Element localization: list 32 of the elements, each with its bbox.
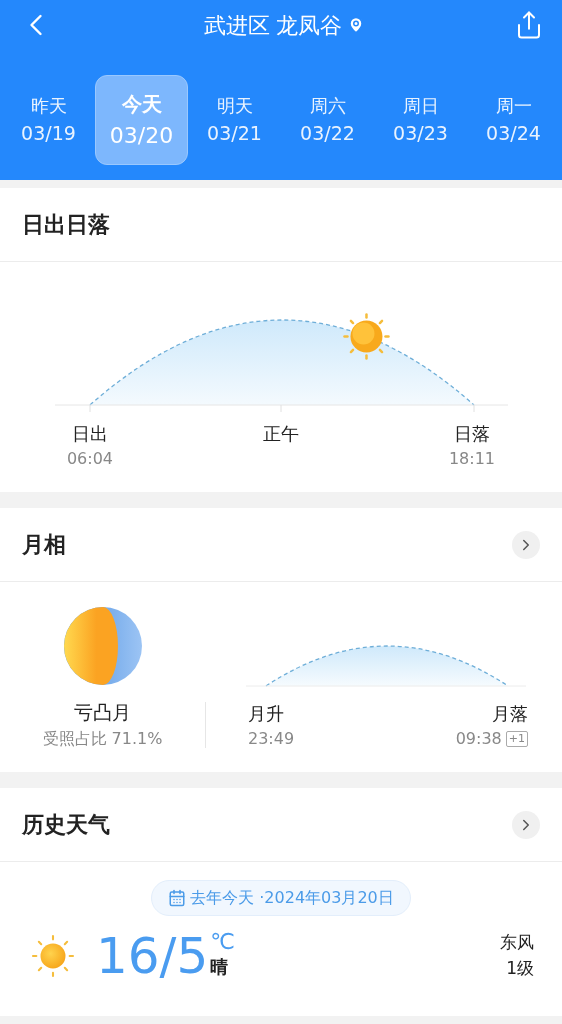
sun-event-label: 正午 [263,422,299,446]
moonset-label: 月落 [492,702,528,726]
day-tab[interactable]: 周日 03/23 [374,75,467,165]
sun-event-label: 日落 [454,422,490,446]
weather-condition: 晴 [210,955,230,979]
section-title: 月相 [22,531,66,559]
day-tab[interactable]: 周六 03/22 [281,75,374,165]
sun-event-time: 06:04 [66,448,114,470]
day-tab[interactable]: 昨天 03/19 [2,75,95,165]
calendar-icon [168,889,187,907]
temperature-range: 16/5 [96,930,209,981]
wind-level: 1级 [506,956,534,980]
moonset-time: 09:38 [455,728,502,750]
sun-event-label: 日出 [72,422,108,446]
moonrise-time: 23:49 [248,728,295,750]
day-tab[interactable]: 今天 03/20 [95,75,188,165]
moon-phase-icon [62,606,143,686]
chevron-right-button[interactable] [512,530,540,559]
section-title: 历史天气 [22,811,110,839]
day-tab[interactable]: 周一 03/24 [467,75,560,165]
moon-phase-name: 亏凸月 [74,700,131,725]
sun-event-time: 18:11 [448,448,496,470]
illumination-text: 受照占比 71.1% [42,727,163,750]
next-day-badge: +1 [505,731,528,747]
wind-direction: 东风 [500,931,534,954]
temperature-unit: ℃ [210,931,235,953]
section-title: 日出日落 [22,211,110,239]
moonrise-label: 月升 [248,702,285,726]
chevron-right-button[interactable] [512,810,540,839]
location-title: 武进区 龙凤谷 [203,11,343,40]
day-tab[interactable]: 明天 03/21 [188,75,281,165]
date-label: 去年今天 ·2024年03月20日 [190,887,394,909]
